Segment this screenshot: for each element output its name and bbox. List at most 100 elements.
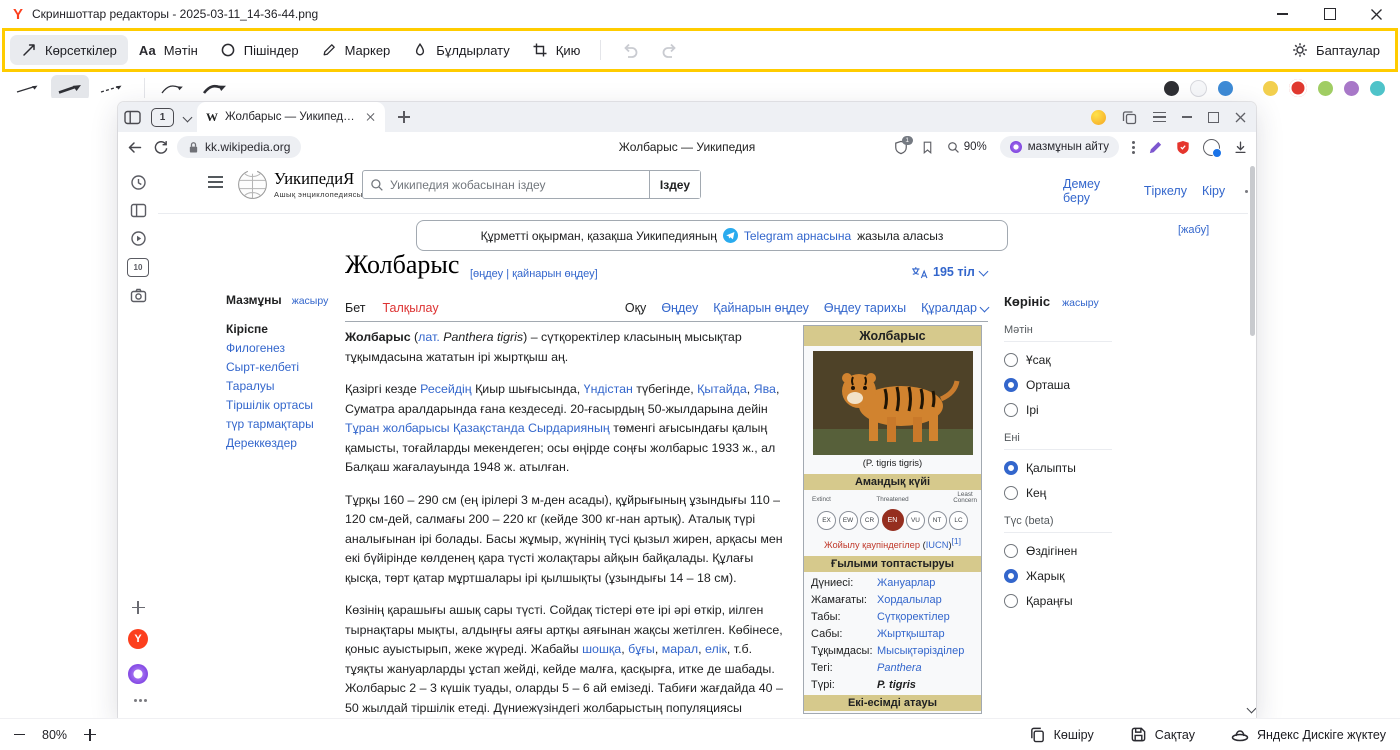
language-selector[interactable]: 195 тіл [911, 265, 987, 279]
tab-read[interactable]: Оқу [625, 301, 646, 315]
radio-width-standard[interactable]: Қалыпты [1004, 461, 1112, 475]
radio-color-auto[interactable]: Өздігінен [1004, 544, 1112, 558]
download-icon[interactable] [1233, 140, 1248, 155]
color-swatch-blue[interactable] [1218, 81, 1233, 96]
edit-pen-icon[interactable] [1148, 140, 1163, 155]
tiger-image[interactable] [813, 351, 973, 455]
toc-hide-link[interactable]: жасыру [292, 295, 329, 307]
video-play-button[interactable] [130, 230, 147, 247]
more-vertical-icon[interactable] [1132, 141, 1135, 144]
history-clock-button[interactable] [130, 174, 147, 191]
color-swatch-white[interactable] [1190, 80, 1207, 97]
appearance-hide-link[interactable]: жасыру [1062, 297, 1099, 309]
color-swatch-yellow[interactable] [1263, 81, 1278, 96]
tool-arrows-button[interactable]: Көрсеткілер [10, 35, 128, 65]
redo-button[interactable] [650, 35, 690, 65]
tab-page[interactable]: Бет [345, 301, 365, 315]
donate-link[interactable]: Демеу беру [1063, 177, 1129, 205]
copy-button[interactable]: Көшіру [1029, 726, 1094, 743]
radio-color-light[interactable]: Жарық [1004, 569, 1112, 583]
tool-text-button[interactable]: Аа Мәтін [128, 35, 209, 65]
tab-talk[interactable]: Талқылау [382, 301, 438, 315]
yandex-search-icon[interactable]: Y [128, 629, 148, 649]
tab-list-chevron-icon[interactable] [183, 112, 193, 122]
zoom-out-icon[interactable] [14, 734, 25, 736]
screenshot-camera-button[interactable] [130, 288, 147, 303]
radio-text-large[interactable]: Ірі [1004, 403, 1112, 417]
url-field[interactable]: kk.wikipedia.org [177, 136, 301, 158]
tab-counter[interactable]: 1 [151, 108, 174, 127]
tab-tools[interactable]: Құралдар [921, 301, 988, 315]
tool-crop-button[interactable]: Қию [521, 35, 592, 65]
toc-item[interactable]: Кіріспе [226, 320, 338, 339]
tool-blur-button[interactable]: Бұлдырлату [401, 35, 520, 65]
color-swatch-black[interactable] [1164, 81, 1179, 96]
wiki-menu-icon[interactable] [208, 176, 223, 188]
toc-item[interactable]: Дереккөздер [226, 434, 338, 453]
color-swatch-red[interactable] [1289, 79, 1307, 97]
toc-item[interactable]: Сырт-келбеті [226, 358, 338, 377]
bookmark-flag-icon[interactable] [921, 140, 934, 155]
toc-item[interactable]: Тіршілік ортасы [226, 396, 338, 415]
browser-zoom-control[interactable]: 90% [947, 141, 987, 154]
radio-text-small[interactable]: Ұсақ [1004, 353, 1112, 367]
refresh-icon[interactable] [153, 139, 169, 155]
add-widget-icon[interactable] [132, 601, 145, 614]
extension-icon[interactable] [1203, 139, 1220, 156]
toc-item[interactable]: Филогенез [226, 339, 338, 358]
zoom-in-icon[interactable] [84, 729, 96, 741]
radio-text-standard[interactable]: Орташа [1004, 378, 1112, 392]
tool-shapes-button[interactable]: Пішіндер [209, 35, 310, 65]
color-swatch-green[interactable] [1318, 81, 1333, 96]
tab-close-icon[interactable] [366, 112, 376, 122]
toc-item[interactable]: Таралуы [226, 377, 338, 396]
settings-button[interactable]: Баптаулар [1282, 42, 1390, 58]
tab-panels-icon[interactable] [1122, 110, 1137, 125]
maximize-button[interactable] [1306, 0, 1353, 28]
read-aloud-button[interactable]: мазмұнын айту [1000, 136, 1119, 158]
scrollbar-thumb[interactable] [1250, 166, 1255, 336]
browser-menu-icon[interactable] [1153, 112, 1166, 123]
register-link[interactable]: Тіркелу [1144, 184, 1187, 198]
radio-width-wide[interactable]: Кең [1004, 486, 1112, 500]
toc-item[interactable]: түр тармақтары [226, 415, 338, 434]
save-button[interactable]: Сақтау [1130, 726, 1195, 743]
tool-marker-button[interactable]: Маркер [310, 35, 402, 65]
editor-canvas[interactable]: 1 W Жолбарыс — Уикипед… [0, 98, 1400, 718]
undo-button[interactable] [610, 35, 650, 65]
radio-color-dark[interactable]: Қараңғы [1004, 594, 1112, 608]
adblock-shield-icon[interactable] [1176, 140, 1190, 155]
status-link-line[interactable]: Жойылу қаупіндегілер (IUCN)[1] [806, 536, 979, 550]
wikipedia-favicon: W [206, 110, 218, 125]
telegram-link[interactable]: Telegram арнасына [744, 229, 851, 243]
protect-shield-button[interactable]: 1 [894, 140, 908, 155]
tab-history[interactable]: Өңдеу тарихы [824, 301, 906, 315]
tab-edit-source[interactable]: Қайнарын өңдеу [713, 301, 809, 315]
article-edit-links[interactable]: [өңдеу | қайнарын өңдеу] [470, 268, 598, 280]
browser-tab-active[interactable]: W Жолбарыс — Уикипед… [197, 102, 385, 132]
page-scrollbar[interactable] [1248, 162, 1256, 718]
back-icon[interactable] [126, 139, 143, 156]
feed-panel-button[interactable] [130, 202, 147, 219]
browser-maximize-icon[interactable] [1208, 112, 1219, 123]
color-swatch-purple[interactable] [1344, 81, 1359, 96]
login-link[interactable]: Кіру [1202, 184, 1225, 198]
banner-close-link[interactable]: [жабу] [1178, 224, 1209, 236]
alice-assistant-icon[interactable] [128, 664, 148, 684]
scroll-down-icon[interactable] [1247, 704, 1256, 714]
new-tab-button[interactable] [398, 111, 410, 123]
more-horizontal-icon[interactable] [134, 699, 137, 702]
sidebar-toggle-icon[interactable] [124, 110, 141, 125]
tab-grid-button[interactable]: 10 [127, 258, 149, 277]
wiki-search-button[interactable]: Іздеу [649, 171, 700, 198]
color-swatch-cyan[interactable] [1370, 81, 1385, 96]
close-button[interactable] [1353, 0, 1400, 28]
browser-minimize-icon[interactable] [1182, 116, 1192, 117]
bonus-icon[interactable] [1091, 110, 1106, 125]
tab-edit[interactable]: Өңдеу [661, 301, 698, 315]
minimize-button[interactable] [1259, 0, 1306, 28]
screenshot-camera-icon [130, 288, 147, 303]
upload-disk-button[interactable]: Яндекс Дискіге жүктеу [1231, 726, 1386, 743]
browser-close-icon[interactable] [1235, 112, 1246, 123]
wiki-search-input[interactable] [384, 177, 649, 193]
